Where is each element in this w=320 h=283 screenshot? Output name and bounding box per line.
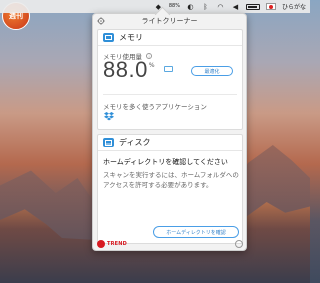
memory-divider [103,94,237,95]
disk-icon [103,138,114,147]
disk-heading: ディスク [119,138,151,147]
trend-logo-text: TREND [107,240,128,247]
input-flag-icon[interactable] [265,3,276,10]
home-directory-prompt-body: スキャンを実行するには、ホームフォルダへのアクセスを許可する必要があります。 [103,171,239,189]
memory-icon [103,33,114,42]
feedback-smiley-icon[interactable] [235,239,243,248]
trend-logo-ball [97,239,105,248]
cleaner-status-icon[interactable]: ◐ [186,3,195,11]
memory-usage-number: 88.0 [103,57,148,82]
optimize-button[interactable]: 最適化 [191,66,233,76]
dropbox-icon[interactable] [104,112,114,121]
light-cleaner-popover: ライトクリーナー メモリ メモリ使用量 i 88.0 % 最適化 メモリを多く使… [92,13,247,251]
disk-header: ディスク [98,135,242,151]
menu-bar: ◆ 88% ◐ ᛒ ◠ ◀ ひらがな [0,0,310,13]
memory-card: メモリ メモリ使用量 i 88.0 % 最適化 メモリを多く使うアプリケーション [97,29,243,130]
gear-icon[interactable] [97,17,105,25]
memory-usage-unit: % [148,62,155,69]
trend-micro-logo: TREND [97,239,128,248]
disk-card: ディスク ホームディレクトリを確認してください スキャンを実行するには、ホームフ… [97,134,243,244]
titlebar: ライトクリーナー [93,14,246,28]
memory-readout[interactable]: 88% [169,4,180,9]
memory-chip-icon [164,66,173,72]
volume-icon[interactable]: ◀ [231,3,240,11]
memory-heading: メモリ [119,33,143,42]
bluetooth-icon[interactable]: ᛒ [201,3,210,11]
window-title: ライトクリーナー [141,17,198,25]
memory-usage-value: 88.0 % [103,59,155,81]
memory-header: メモリ [98,30,242,46]
footer: TREND [97,239,243,248]
home-directory-prompt-title: ホームディレクトリを確認してください [103,158,228,166]
confirm-home-directory-button[interactable]: ホームディレクトリを確認 [153,226,239,238]
wifi-icon[interactable]: ◠ [216,3,225,11]
battery-icon[interactable] [245,3,260,10]
input-method-label[interactable]: ひらがな [282,2,306,11]
heavy-apps-title: メモリを多く使うアプリケーション [103,103,207,111]
